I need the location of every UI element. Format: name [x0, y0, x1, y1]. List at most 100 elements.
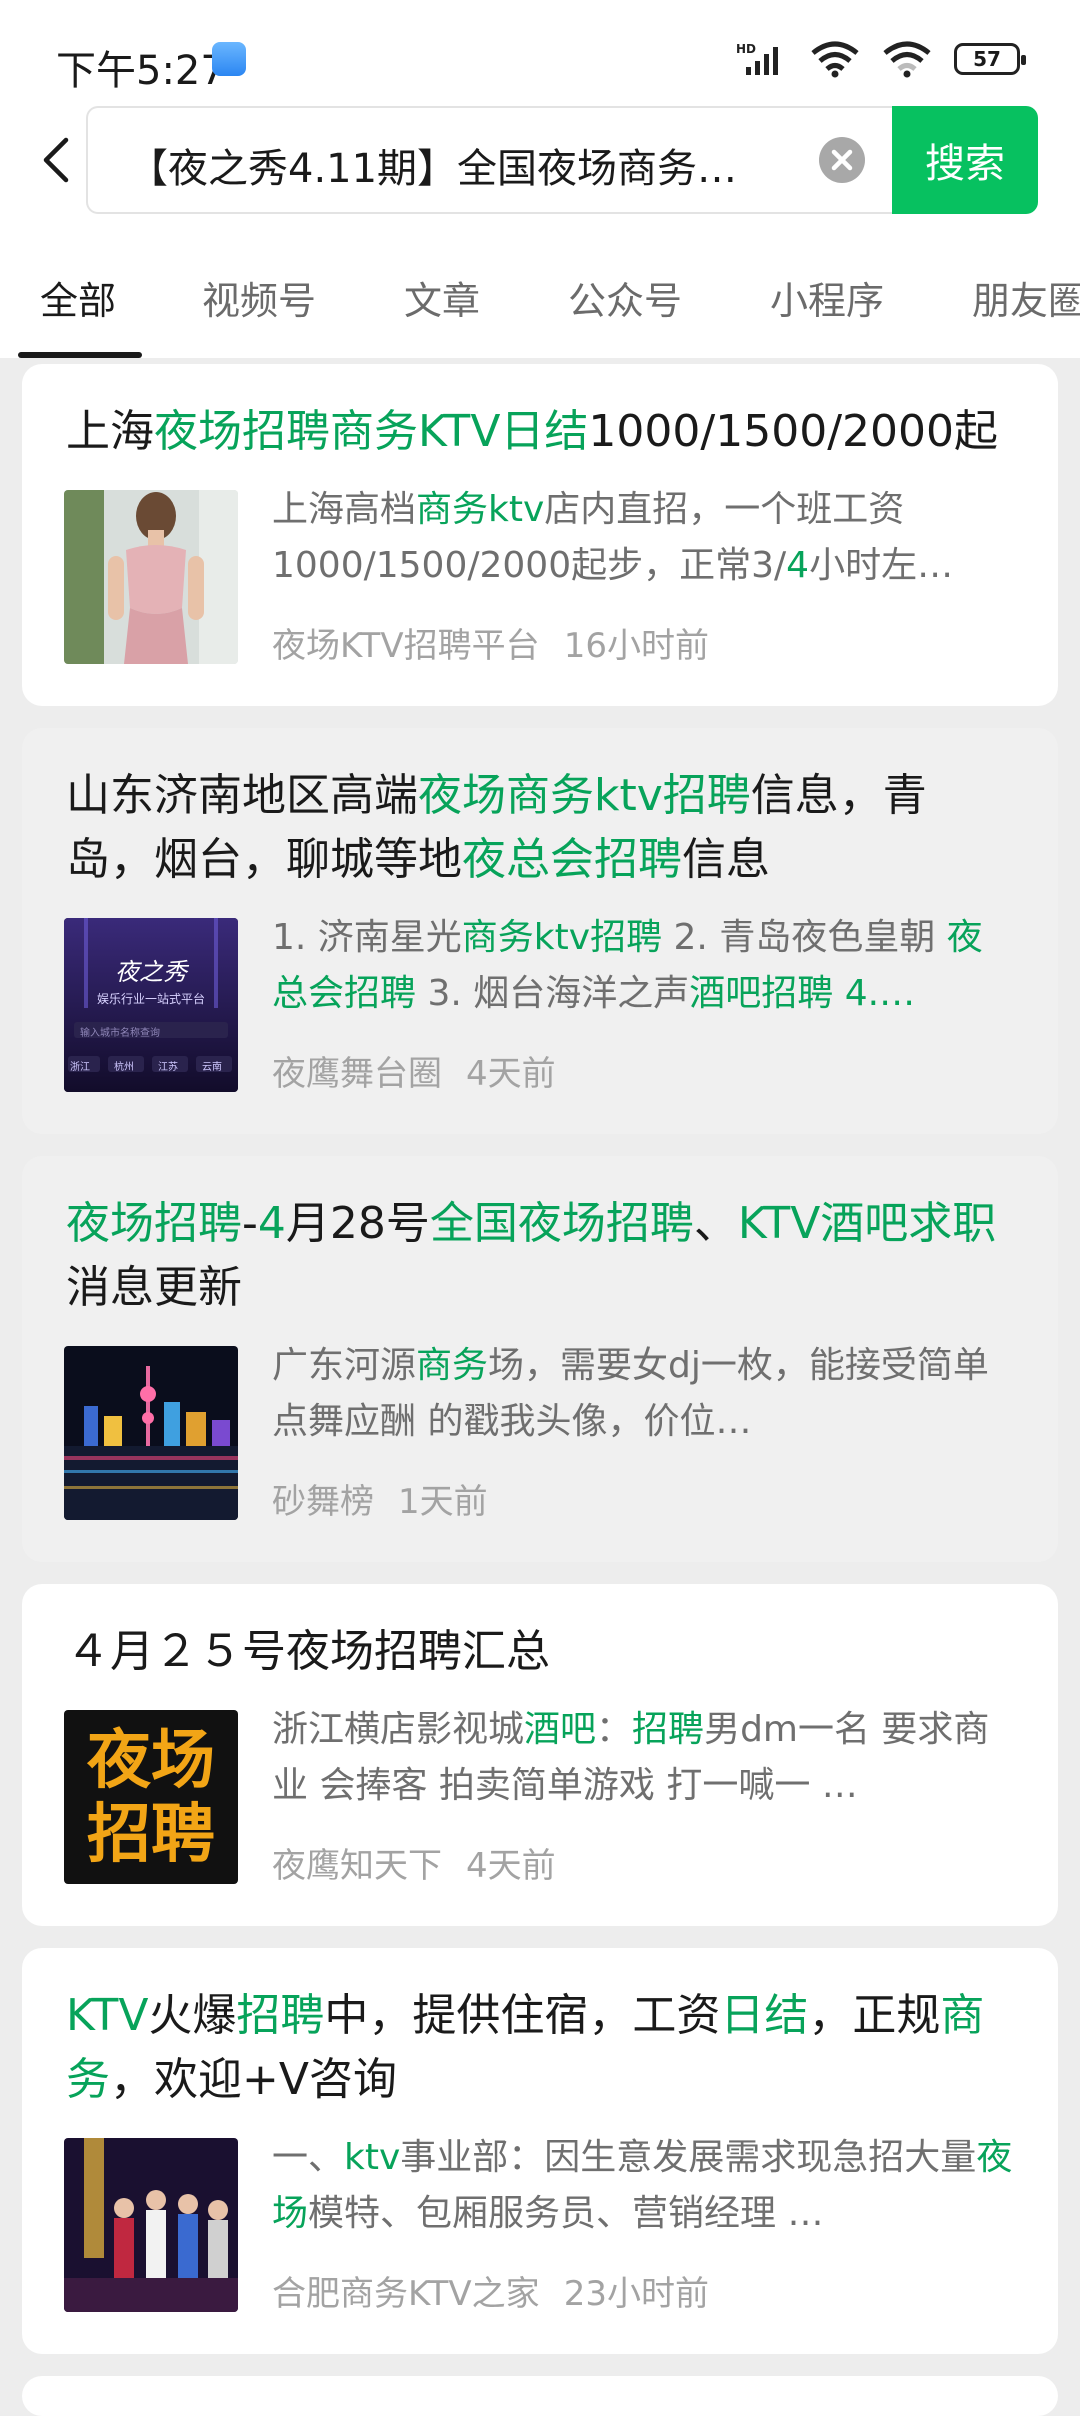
app-notification-icon: [212, 42, 246, 76]
keyword-highlight: 夜场商务ktv招聘: [418, 770, 751, 821]
text-fragment: 浙江横店影视城: [272, 1709, 525, 1750]
text-fragment: 小时左…: [809, 545, 954, 586]
signal-icon: HD: [736, 42, 778, 75]
text-fragment: 信息: [682, 834, 770, 885]
result-snippet: 广东河源商务场，需要女dj一枚，能接受简单点舞应酬 的戳我头像，价位…: [272, 1338, 1014, 1450]
result-time: 16小时前: [563, 626, 709, 666]
tab-bar: 全部 视频号 文章 公众号 小程序 朋友圈: [0, 260, 1080, 358]
result-card[interactable]: 上海夜场招聘商务KTV日结1000/1500/2000起 上海高档商务ktv店内…: [22, 364, 1058, 706]
result-card[interactable]: 夜场招聘-4月28号全国夜场招聘、KTV酒吧求职消息更新 广东河源商务场，需要女…: [22, 1156, 1058, 1562]
group-photo-icon: [64, 2138, 238, 2312]
poster-tagline: 娱乐行业一站式平台: [96, 992, 205, 1006]
result-source[interactable]: 合肥商务KTV之家: [272, 2274, 540, 2314]
search-query-text: 【夜之秀4.11期】全国夜场商务…: [128, 146, 738, 192]
keyword-highlight: 夜总会招聘: [462, 834, 682, 885]
result-thumbnail: [64, 1346, 238, 1520]
keyword-highlight: 4: [786, 545, 810, 586]
result-time: 4天前: [466, 1054, 556, 1094]
tab-mini-programs[interactable]: 小程序: [770, 270, 884, 325]
text-fragment: 事业部：因生意发展需求现急招大量: [400, 2137, 977, 2178]
result-card[interactable]: 山东济南地区高端夜场商务ktv招聘信息，青岛，烟台，聊城等地夜总会招聘信息 夜之…: [22, 728, 1058, 1134]
woman-photo-icon: [64, 490, 238, 664]
result-source[interactable]: 砂舞榜: [272, 1482, 374, 1522]
header: 下午5:27 HD 57 【夜之秀4.11期】全国夜场商务… 搜索 全部 视频号…: [0, 0, 1080, 358]
text-fragment: 山东济南地区高端: [66, 770, 418, 821]
result-snippet: 1. 济南星光商务ktv招聘 2. 青岛夜色皇朝 夜总会招聘 3. 烟台海洋之声…: [272, 910, 1014, 1022]
text-fragment: 广东河源: [272, 1345, 417, 1386]
poster-line-2: 招聘: [87, 1798, 215, 1872]
keyword-highlight: KTV: [66, 1990, 149, 2041]
result-thumbnail: [64, 490, 238, 664]
poster-city: 云南: [202, 1062, 222, 1073]
result-source[interactable]: 夜鹰舞台圈: [272, 1054, 442, 1094]
keyword-highlight: 商务ktv招聘: [461, 917, 663, 958]
result-card[interactable]: ４月２５号夜场招聘汇总 夜场 招聘 浙江横店影视城酒吧：招聘男dm一名 要求商业…: [22, 1584, 1058, 1926]
status-time: 下午5:27: [56, 48, 226, 94]
text-fragment: ，欢迎+V咨询: [110, 2054, 397, 2105]
result-title: KTV火爆招聘中，提供住宿，工资日结，正规商务，欢迎+V咨询: [66, 1984, 1014, 2112]
result-card[interactable]: KTV火爆招聘中，提供住宿，工资日结，正规商务，欢迎+V咨询 一、ktv事业部：…: [22, 1948, 1058, 2354]
keyword-highlight: 商务: [416, 1345, 489, 1386]
tab-official-accounts[interactable]: 公众号: [568, 270, 682, 325]
text-fragment: 模特、包厢服务员、营销经理 …: [308, 2193, 824, 2234]
result-title: 上海夜场招聘商务KTV日结1000/1500/2000起: [66, 400, 1014, 464]
text-fragment: 、: [693, 1198, 738, 1249]
text-fragment: 消息更新: [66, 1262, 242, 1313]
keyword-highlight: 酒吧: [524, 1709, 597, 1750]
tab-channels[interactable]: 视频号: [202, 270, 316, 325]
tab-all[interactable]: 全部: [40, 270, 116, 325]
result-source[interactable]: 夜鹰知天下: [272, 1846, 442, 1886]
result-time: 1天前: [398, 1482, 488, 1522]
result-snippet: 一、ktv事业部：因生意发展需求现急招大量夜场模特、包厢服务员、营销经理 …: [272, 2130, 1014, 2242]
keyword-highlight: 酒吧招聘: [689, 973, 834, 1014]
text-fragment: -: [242, 1198, 258, 1249]
result-thumbnail: 夜场 招聘: [64, 1710, 238, 1884]
city-night-photo-icon: [64, 1346, 238, 1520]
keyword-highlight: 4: [257, 1198, 286, 1249]
keyword-highlight: 招聘: [632, 1709, 705, 1750]
text-fragment: 中，提供住宿，工资: [324, 1990, 721, 2041]
text-fragment: 一、: [272, 2137, 345, 2178]
search-row: 【夜之秀4.11期】全国夜场商务… 搜索: [0, 106, 1080, 216]
keyword-highlight: 招聘: [236, 1990, 325, 2041]
text-fragment: 3. 烟台海洋之声: [416, 973, 690, 1014]
result-snippet: 上海高档商务ktv店内直招，一个班工资1000/1500/2000起步，正常3/…: [272, 482, 1014, 594]
clear-icon[interactable]: [818, 136, 866, 184]
svg-text:HD: HD: [736, 42, 756, 56]
keyword-highlight: 商务ktv: [416, 489, 545, 530]
keyword-highlight: 全国夜场招聘: [429, 1198, 694, 1249]
result-thumbnail: [64, 2138, 238, 2312]
result-meta: 夜场KTV招聘平台 16小时前: [272, 618, 733, 667]
keyword-highlight: ktv: [344, 2137, 401, 2178]
status-bar: 下午5:27 HD 57: [0, 0, 1080, 120]
tab-articles[interactable]: 文章: [404, 270, 480, 325]
result-title: 山东济南地区高端夜场商务ktv招聘信息，青岛，烟台，聊城等地夜总会招聘信息: [66, 764, 1014, 892]
text-fragment: ４月２５号夜场招聘汇总: [66, 1626, 550, 1677]
keyword-highlight: 夜场招聘商务KTV日结: [154, 406, 589, 457]
poster-city: 浙江: [70, 1062, 90, 1073]
result-title: 夜场招聘-4月28号全国夜场招聘、KTV酒吧求职消息更新: [66, 1192, 1014, 1320]
search-input[interactable]: 【夜之秀4.11期】全国夜场商务…: [86, 106, 892, 214]
result-snippet: 浙江横店影视城酒吧：招聘男dm一名 要求商业 会捧客 拍卖简单游戏 打一喊一 …: [272, 1702, 1014, 1814]
text-fragment: 1. 济南星光: [272, 917, 462, 958]
text-fragment: 月28号: [285, 1198, 430, 1249]
result-source[interactable]: 夜场KTV招聘平台: [272, 626, 540, 666]
poster-logo: 夜之秀: [115, 958, 187, 986]
text-fragment: ：: [596, 1709, 633, 1750]
poster-city: 杭州: [114, 1062, 134, 1073]
result-time: 23小时前: [563, 2274, 709, 2314]
text-fragment: 2. 青岛夜色皇朝: [662, 917, 947, 958]
result-time: 4天前: [466, 1846, 556, 1886]
result-meta: 合肥商务KTV之家 23小时前: [272, 2266, 733, 2315]
search-button[interactable]: 搜索: [892, 106, 1038, 214]
result-meta: 夜鹰舞台圈 4天前: [272, 1046, 580, 1095]
text-fragment: 上海: [66, 406, 154, 457]
tab-moments[interactable]: 朋友圈: [972, 270, 1080, 325]
result-meta: 砂舞榜 1天前: [272, 1474, 512, 1523]
result-thumbnail: 夜之秀 娱乐行业一站式平台 输入城市名称查询 浙江 杭州 江苏 云南: [64, 918, 238, 1092]
text-fragment: 火爆: [148, 1990, 237, 2041]
back-icon[interactable]: [32, 134, 84, 186]
keyword-highlight: 4.…: [833, 973, 916, 1014]
text-fragment: 1000/1500/2000起: [588, 406, 998, 457]
result-card[interactable]: [22, 2376, 1058, 2416]
